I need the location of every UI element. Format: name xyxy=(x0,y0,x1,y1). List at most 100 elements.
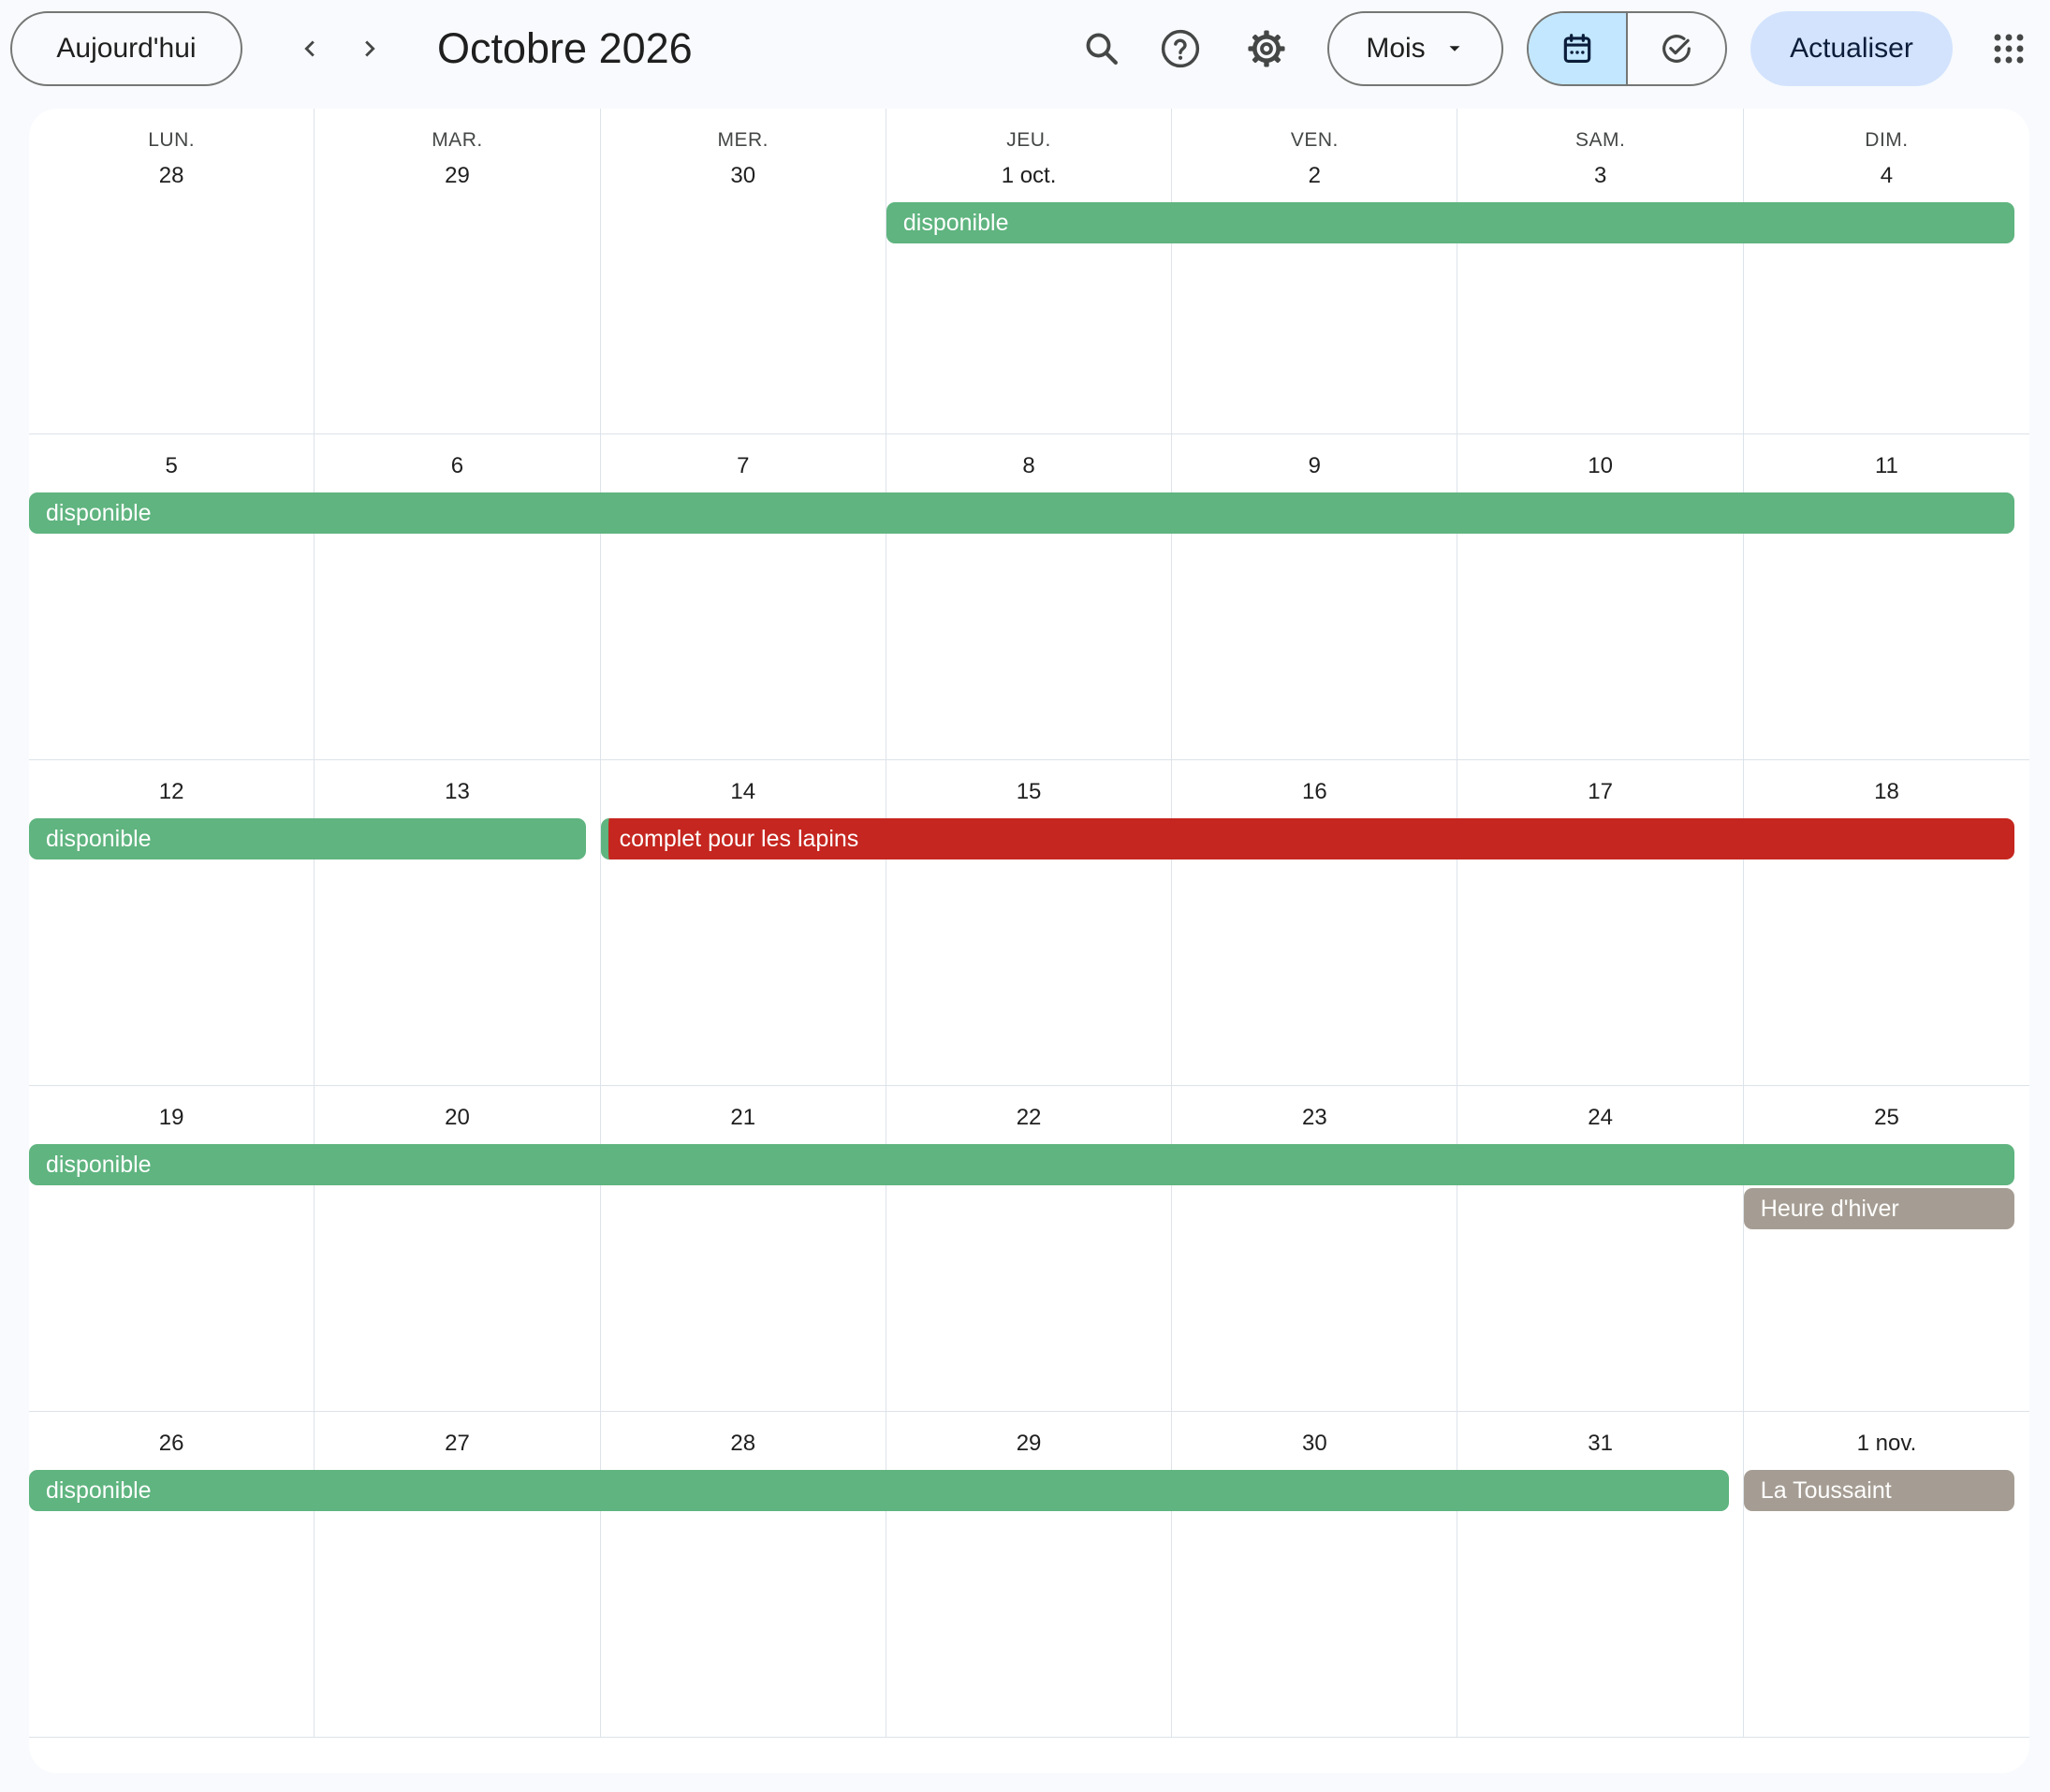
day-cell[interactable]: 22 xyxy=(886,1086,1173,1412)
day-cell[interactable]: 31 xyxy=(1458,1412,1744,1738)
day-cell[interactable]: 29 xyxy=(886,1412,1173,1738)
date-number[interactable]: 28 xyxy=(601,1431,886,1457)
day-cell[interactable]: 12 xyxy=(29,760,315,1086)
calendar-tasks-toggle xyxy=(1527,11,1727,86)
day-cell[interactable]: 20 xyxy=(315,1086,601,1412)
gear-icon xyxy=(1248,30,1285,67)
day-cell[interactable]: 28 xyxy=(601,1412,886,1738)
day-cell[interactable]: 16 xyxy=(1172,760,1458,1086)
week-row: 26 27 28 29 30 31 1 nov. disponible La Toussaint xyxy=(29,1412,2029,1738)
help-button[interactable] xyxy=(1150,19,1210,79)
calendar-view-button[interactable] xyxy=(1529,13,1626,84)
day-cell[interactable]: 5 xyxy=(29,434,315,760)
day-cell[interactable]: 15 xyxy=(886,760,1173,1086)
weekday-header: VEN. xyxy=(1290,129,1339,151)
date-number[interactable]: 23 xyxy=(1172,1105,1457,1131)
date-number[interactable]: 1 nov. xyxy=(1744,1431,2029,1457)
day-cell[interactable]: SAM. 3 xyxy=(1458,109,1744,434)
settings-button[interactable] xyxy=(1237,19,1296,79)
date-number[interactable]: 10 xyxy=(1458,453,1743,479)
day-cell[interactable]: 25 xyxy=(1744,1086,2029,1412)
page-title: Octobre 2026 xyxy=(437,24,693,72)
date-number[interactable]: 2 xyxy=(1172,163,1457,189)
event-chip[interactable]: disponible xyxy=(29,1470,1729,1511)
date-number[interactable]: 29 xyxy=(886,1431,1171,1457)
next-month-button[interactable] xyxy=(340,19,400,79)
date-number[interactable]: 17 xyxy=(1458,779,1743,805)
day-cell[interactable]: 26 xyxy=(29,1412,315,1738)
day-cell[interactable]: 14 xyxy=(601,760,886,1086)
day-cell[interactable]: 19 xyxy=(29,1086,315,1412)
date-number[interactable]: 16 xyxy=(1172,779,1457,805)
day-cell[interactable]: 17 xyxy=(1458,760,1744,1086)
day-cell[interactable]: 8 xyxy=(886,434,1173,760)
chevron-right-icon xyxy=(365,40,375,57)
today-button[interactable]: Aujourd'hui xyxy=(10,11,242,86)
date-number[interactable]: 22 xyxy=(886,1105,1171,1131)
event-chip[interactable]: disponible xyxy=(29,492,2015,534)
day-cell[interactable]: MAR. 29 xyxy=(315,109,601,434)
day-cell[interactable]: VEN. 2 xyxy=(1172,109,1458,434)
day-cell[interactable]: 6 xyxy=(315,434,601,760)
day-cell[interactable]: 9 xyxy=(1172,434,1458,760)
date-number[interactable]: 24 xyxy=(1458,1105,1743,1131)
day-cell[interactable]: LUN. 28 xyxy=(29,109,315,434)
date-number[interactable]: 25 xyxy=(1744,1105,2029,1131)
date-number[interactable]: 21 xyxy=(601,1105,886,1131)
date-number[interactable]: 31 xyxy=(1458,1431,1743,1457)
date-number[interactable]: 11 xyxy=(1744,453,2029,479)
date-number[interactable]: 15 xyxy=(886,779,1171,805)
day-cell[interactable]: 13 xyxy=(315,760,601,1086)
week-row: 12 13 14 15 16 17 18 disponible complet pour les… xyxy=(29,760,2029,1086)
day-cell[interactable]: 27 xyxy=(315,1412,601,1738)
date-number[interactable]: 5 xyxy=(29,453,314,479)
weekday-header: MAR. xyxy=(432,129,483,151)
refresh-button[interactable]: Actualiser xyxy=(1750,11,1953,86)
date-number[interactable]: 9 xyxy=(1172,453,1457,479)
date-number[interactable]: 20 xyxy=(315,1105,599,1131)
date-number[interactable]: 30 xyxy=(1172,1431,1457,1457)
previous-month-button[interactable] xyxy=(280,19,340,79)
event-chip[interactable]: disponible xyxy=(29,818,586,859)
apps-button[interactable] xyxy=(1979,19,2039,79)
weekday-header: SAM. xyxy=(1574,129,1626,151)
date-number[interactable]: 26 xyxy=(29,1431,314,1457)
date-number[interactable]: 12 xyxy=(29,779,314,805)
date-number[interactable]: 7 xyxy=(601,453,886,479)
event-chip[interactable]: La Toussaint xyxy=(1743,1470,2015,1511)
month-grid: LUN. 28 MAR. 29 MER. 30 JEU. 1 oct. VEN. 2 SAM. 3 DI… xyxy=(29,109,2029,1773)
date-number[interactable]: 13 xyxy=(315,779,599,805)
date-number[interactable]: 14 xyxy=(601,779,886,805)
day-cell[interactable]: 30 xyxy=(1172,1412,1458,1738)
date-number[interactable]: 27 xyxy=(315,1431,599,1457)
day-cell[interactable]: DIM. 4 xyxy=(1744,109,2029,434)
date-number[interactable]: 19 xyxy=(29,1105,314,1131)
tasks-view-button[interactable] xyxy=(1628,13,1725,84)
date-number[interactable]: 6 xyxy=(315,453,599,479)
date-number[interactable]: 8 xyxy=(886,453,1171,479)
date-number[interactable]: 3 xyxy=(1458,163,1743,189)
date-number[interactable]: 29 xyxy=(315,163,599,189)
day-cell[interactable]: MER. 30 xyxy=(601,109,886,434)
day-cell[interactable]: 21 xyxy=(601,1086,886,1412)
date-number[interactable]: 28 xyxy=(29,163,314,189)
date-number[interactable]: 30 xyxy=(601,163,886,189)
day-cell[interactable]: 10 xyxy=(1458,434,1744,760)
date-number[interactable]: 18 xyxy=(1744,779,2029,805)
event-chip[interactable]: disponible xyxy=(29,1144,2015,1185)
calendar-icon xyxy=(1563,34,1591,64)
day-cell[interactable]: 1 nov. xyxy=(1744,1412,2029,1738)
event-chip[interactable]: complet pour les lapins xyxy=(600,818,2015,859)
day-cell[interactable]: 18 xyxy=(1744,760,2029,1086)
date-number[interactable]: 4 xyxy=(1744,163,2029,189)
day-cell[interactable]: JEU. 1 oct. xyxy=(886,109,1173,434)
day-cell[interactable]: 7 xyxy=(601,434,886,760)
day-cell[interactable]: 24 xyxy=(1458,1086,1744,1412)
day-cell[interactable]: 11 xyxy=(1744,434,2029,760)
event-chip[interactable]: Heure d'hiver xyxy=(1743,1188,2015,1229)
event-chip[interactable]: disponible xyxy=(886,202,2015,243)
day-cell[interactable]: 23 xyxy=(1172,1086,1458,1412)
search-button[interactable] xyxy=(1072,19,1132,79)
view-selector-button[interactable]: Mois xyxy=(1327,11,1503,86)
date-number[interactable]: 1 oct. xyxy=(886,163,1171,189)
